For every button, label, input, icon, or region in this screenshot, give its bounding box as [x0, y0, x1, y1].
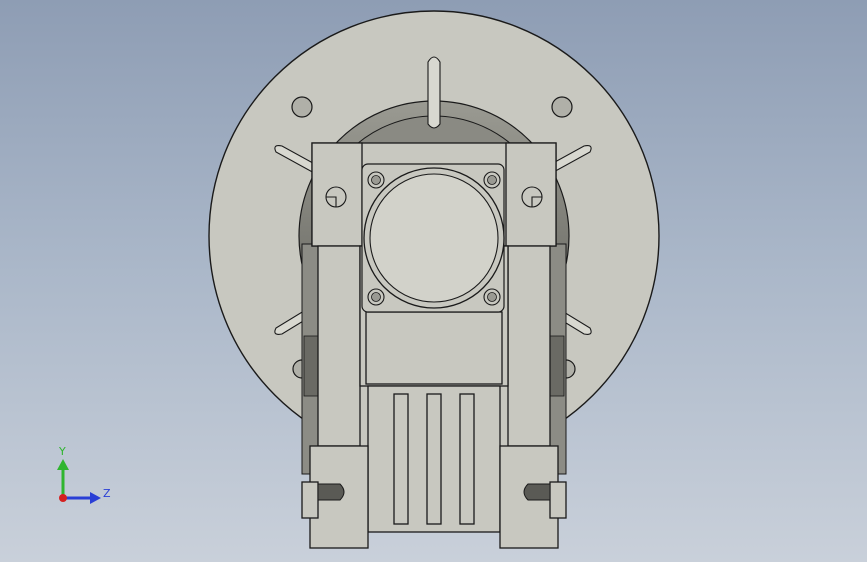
axis-triad: Y Z — [57, 445, 111, 504]
y-arrow-icon — [57, 459, 69, 470]
model-view[interactable]: Y Z — [0, 0, 867, 562]
input-bore — [361, 163, 505, 313]
rib-slot — [426, 393, 442, 525]
rib-slot — [393, 393, 409, 525]
x-axis-dot — [59, 494, 67, 502]
z-arrow-icon — [90, 492, 101, 504]
y-axis-label: Y — [58, 445, 66, 458]
z-axis-label: Z — [103, 487, 111, 500]
flange-hole — [551, 96, 573, 118]
rib-slot — [459, 393, 475, 525]
fin-top — [427, 56, 441, 129]
flange-hole — [291, 96, 313, 118]
graphics-viewport[interactable]: Y Z — [0, 0, 867, 562]
nameplate-recess — [365, 311, 503, 385]
